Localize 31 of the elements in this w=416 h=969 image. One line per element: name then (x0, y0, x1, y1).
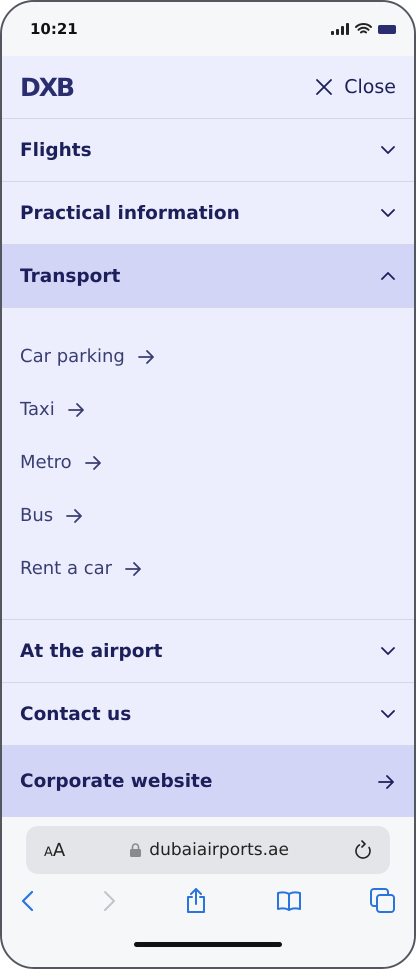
arrow-right-icon (84, 454, 102, 472)
menu-item[interactable]: Transport (2, 245, 414, 308)
arrow-right-icon (65, 506, 84, 524)
lock-icon (130, 843, 142, 857)
reload-icon[interactable] (354, 840, 372, 860)
submenu-link[interactable]: Rent a car (20, 542, 396, 595)
arrow-right-icon (376, 772, 396, 790)
menu-item[interactable]: Flights (2, 119, 414, 182)
signal-icon (331, 23, 349, 35)
tabs-icon[interactable] (370, 888, 396, 914)
text-size-button[interactable]: AA (44, 840, 66, 860)
back-button[interactable] (20, 890, 34, 912)
arrow-right-icon (136, 348, 155, 366)
arrow-right-icon (66, 400, 85, 418)
wifi-icon (355, 23, 372, 35)
close-icon (316, 79, 332, 95)
submenu-link[interactable]: Taxi (20, 383, 396, 436)
logo[interactable]: DXB (20, 72, 74, 102)
submenu-link[interactable]: Metro (20, 436, 396, 489)
menu-item[interactable]: At the airport (2, 620, 414, 683)
submenu-link[interactable]: Car parking (20, 330, 396, 383)
share-icon[interactable] (185, 888, 207, 914)
menu-link[interactable]: Corporate website (2, 746, 414, 817)
book-icon[interactable] (276, 890, 302, 912)
battery-icon (378, 24, 396, 34)
close-button[interactable]: Close (316, 76, 396, 98)
submenu-link[interactable]: Bus (20, 489, 396, 542)
arrow-right-icon (124, 560, 142, 578)
url-text: dubaiairports.ae (149, 840, 289, 860)
status-time: 10:21 (30, 20, 78, 38)
address-bar[interactable]: AA dubaiairports.ae (26, 826, 390, 874)
